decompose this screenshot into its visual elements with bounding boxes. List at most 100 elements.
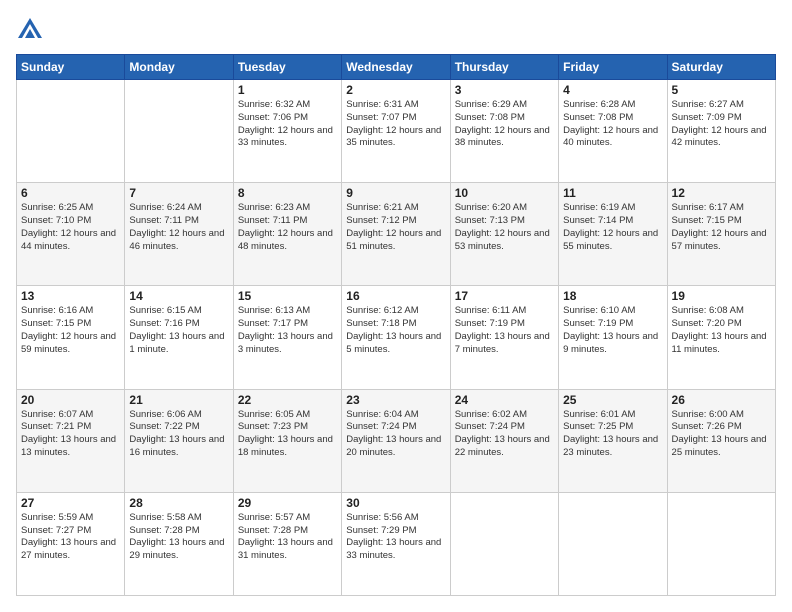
cell-day-number: 17 (455, 289, 554, 303)
logo (16, 16, 48, 44)
calendar-cell: 24 Sunrise: 6:02 AM Sunset: 7:24 PM Dayli… (450, 389, 558, 492)
cell-daylight-info: Sunrise: 6:06 AM Sunset: 7:22 PM Dayligh… (129, 409, 228, 460)
calendar-cell (559, 492, 667, 595)
cell-daylight-info: Sunrise: 6:21 AM Sunset: 7:12 PM Dayligh… (346, 202, 445, 253)
cell-day-number: 29 (238, 496, 337, 510)
cell-daylight-info: Sunrise: 6:12 AM Sunset: 7:18 PM Dayligh… (346, 305, 445, 356)
cell-daylight-info: Sunrise: 6:00 AM Sunset: 7:26 PM Dayligh… (672, 409, 771, 460)
calendar-cell: 11 Sunrise: 6:19 AM Sunset: 7:14 PM Dayli… (559, 183, 667, 286)
calendar-day-header: Sunday (17, 55, 125, 80)
cell-daylight-info: Sunrise: 6:24 AM Sunset: 7:11 PM Dayligh… (129, 202, 228, 253)
cell-daylight-info: Sunrise: 6:17 AM Sunset: 7:15 PM Dayligh… (672, 202, 771, 253)
calendar-cell: 13 Sunrise: 6:16 AM Sunset: 7:15 PM Dayli… (17, 286, 125, 389)
cell-day-number: 7 (129, 186, 228, 200)
cell-day-number: 12 (672, 186, 771, 200)
calendar-week-row: 13 Sunrise: 6:16 AM Sunset: 7:15 PM Dayli… (17, 286, 776, 389)
calendar-day-header: Monday (125, 55, 233, 80)
calendar-header-row: SundayMondayTuesdayWednesdayThursdayFrid… (17, 55, 776, 80)
cell-day-number: 15 (238, 289, 337, 303)
calendar-cell: 26 Sunrise: 6:00 AM Sunset: 7:26 PM Dayli… (667, 389, 775, 492)
cell-daylight-info: Sunrise: 5:56 AM Sunset: 7:29 PM Dayligh… (346, 512, 445, 563)
calendar-day-header: Wednesday (342, 55, 450, 80)
calendar-day-header: Tuesday (233, 55, 341, 80)
calendar-cell: 2 Sunrise: 6:31 AM Sunset: 7:07 PM Daylig… (342, 80, 450, 183)
calendar-cell: 25 Sunrise: 6:01 AM Sunset: 7:25 PM Dayli… (559, 389, 667, 492)
cell-day-number: 30 (346, 496, 445, 510)
logo-icon (16, 16, 44, 44)
cell-day-number: 14 (129, 289, 228, 303)
cell-day-number: 8 (238, 186, 337, 200)
cell-daylight-info: Sunrise: 6:32 AM Sunset: 7:06 PM Dayligh… (238, 99, 337, 150)
calendar-cell: 6Sunrise: 6:25 AM Sunset: 7:10 PM Daylig… (17, 183, 125, 286)
cell-daylight-info: Sunrise: 5:59 AM Sunset: 7:27 PM Dayligh… (21, 512, 120, 563)
calendar-cell: 23Sunrise: 6:04 AM Sunset: 7:24 PM Dayli… (342, 389, 450, 492)
calendar-day-header: Friday (559, 55, 667, 80)
calendar-cell: 10 Sunrise: 6:20 AM Sunset: 7:13 PM Dayli… (450, 183, 558, 286)
cell-daylight-info: Sunrise: 6:16 AM Sunset: 7:15 PM Dayligh… (21, 305, 120, 356)
cell-day-number: 24 (455, 393, 554, 407)
calendar-cell (667, 492, 775, 595)
calendar-cell (450, 492, 558, 595)
cell-daylight-info: Sunrise: 6:23 AM Sunset: 7:11 PM Dayligh… (238, 202, 337, 253)
calendar-cell: 7 Sunrise: 6:24 AM Sunset: 7:11 PM Daylig… (125, 183, 233, 286)
cell-daylight-info: Sunrise: 6:15 AM Sunset: 7:16 PM Dayligh… (129, 305, 228, 356)
calendar-week-row: 1Sunrise: 6:32 AM Sunset: 7:06 PM Daylig… (17, 80, 776, 183)
calendar-cell: 19 Sunrise: 6:08 AM Sunset: 7:20 PM Dayli… (667, 286, 775, 389)
cell-daylight-info: Sunrise: 6:08 AM Sunset: 7:20 PM Dayligh… (672, 305, 771, 356)
cell-daylight-info: Sunrise: 6:02 AM Sunset: 7:24 PM Dayligh… (455, 409, 554, 460)
cell-day-number: 3 (455, 83, 554, 97)
cell-day-number: 21 (129, 393, 228, 407)
cell-day-number: 22 (238, 393, 337, 407)
cell-daylight-info: Sunrise: 6:31 AM Sunset: 7:07 PM Dayligh… (346, 99, 445, 150)
calendar-cell: 18 Sunrise: 6:10 AM Sunset: 7:19 PM Dayli… (559, 286, 667, 389)
calendar-cell: 1Sunrise: 6:32 AM Sunset: 7:06 PM Daylig… (233, 80, 341, 183)
cell-day-number: 20 (21, 393, 120, 407)
cell-day-number: 19 (672, 289, 771, 303)
cell-day-number: 25 (563, 393, 662, 407)
cell-day-number: 11 (563, 186, 662, 200)
calendar-cell: 5 Sunrise: 6:27 AM Sunset: 7:09 PM Daylig… (667, 80, 775, 183)
calendar-cell: 14 Sunrise: 6:15 AM Sunset: 7:16 PM Dayli… (125, 286, 233, 389)
calendar-cell: 12 Sunrise: 6:17 AM Sunset: 7:15 PM Dayli… (667, 183, 775, 286)
cell-daylight-info: Sunrise: 6:10 AM Sunset: 7:19 PM Dayligh… (563, 305, 662, 356)
cell-day-number: 28 (129, 496, 228, 510)
calendar-cell: 20 Sunrise: 6:07 AM Sunset: 7:21 PM Dayli… (17, 389, 125, 492)
cell-daylight-info: Sunrise: 6:07 AM Sunset: 7:21 PM Dayligh… (21, 409, 120, 460)
calendar-cell: 28 Sunrise: 5:58 AM Sunset: 7:28 PM Dayli… (125, 492, 233, 595)
calendar-cell: 21 Sunrise: 6:06 AM Sunset: 7:22 PM Dayli… (125, 389, 233, 492)
cell-daylight-info: Sunrise: 6:27 AM Sunset: 7:09 PM Dayligh… (672, 99, 771, 150)
cell-daylight-info: Sunrise: 6:20 AM Sunset: 7:13 PM Dayligh… (455, 202, 554, 253)
cell-day-number: 18 (563, 289, 662, 303)
calendar-cell: 29Sunrise: 5:57 AM Sunset: 7:28 PM Dayli… (233, 492, 341, 595)
cell-daylight-info: Sunrise: 6:01 AM Sunset: 7:25 PM Dayligh… (563, 409, 662, 460)
cell-day-number: 13 (21, 289, 120, 303)
calendar-table: SundayMondayTuesdayWednesdayThursdayFrid… (16, 54, 776, 596)
calendar-week-row: 27 Sunrise: 5:59 AM Sunset: 7:27 PM Dayli… (17, 492, 776, 595)
cell-daylight-info: Sunrise: 6:04 AM Sunset: 7:24 PM Dayligh… (346, 409, 445, 460)
calendar-cell: 30 Sunrise: 5:56 AM Sunset: 7:29 PM Dayli… (342, 492, 450, 595)
cell-daylight-info: Sunrise: 6:13 AM Sunset: 7:17 PM Dayligh… (238, 305, 337, 356)
cell-day-number: 6 (21, 186, 120, 200)
calendar-cell (17, 80, 125, 183)
cell-daylight-info: Sunrise: 5:58 AM Sunset: 7:28 PM Dayligh… (129, 512, 228, 563)
calendar-cell: 9 Sunrise: 6:21 AM Sunset: 7:12 PM Daylig… (342, 183, 450, 286)
cell-day-number: 9 (346, 186, 445, 200)
cell-day-number: 2 (346, 83, 445, 97)
header (16, 16, 776, 44)
calendar-day-header: Thursday (450, 55, 558, 80)
calendar-cell: 8 Sunrise: 6:23 AM Sunset: 7:11 PM Daylig… (233, 183, 341, 286)
cell-day-number: 26 (672, 393, 771, 407)
cell-day-number: 10 (455, 186, 554, 200)
cell-daylight-info: Sunrise: 6:11 AM Sunset: 7:19 PM Dayligh… (455, 305, 554, 356)
calendar-cell: 15 Sunrise: 6:13 AM Sunset: 7:17 PM Dayli… (233, 286, 341, 389)
cell-daylight-info: Sunrise: 6:28 AM Sunset: 7:08 PM Dayligh… (563, 99, 662, 150)
calendar-cell: 22Sunrise: 6:05 AM Sunset: 7:23 PM Dayli… (233, 389, 341, 492)
cell-day-number: 27 (21, 496, 120, 510)
cell-daylight-info: Sunrise: 6:19 AM Sunset: 7:14 PM Dayligh… (563, 202, 662, 253)
calendar-week-row: 20 Sunrise: 6:07 AM Sunset: 7:21 PM Dayli… (17, 389, 776, 492)
page: SundayMondayTuesdayWednesdayThursdayFrid… (0, 0, 792, 612)
cell-day-number: 5 (672, 83, 771, 97)
calendar-cell: 16 Sunrise: 6:12 AM Sunset: 7:18 PM Dayli… (342, 286, 450, 389)
cell-day-number: 16 (346, 289, 445, 303)
calendar-day-header: Saturday (667, 55, 775, 80)
